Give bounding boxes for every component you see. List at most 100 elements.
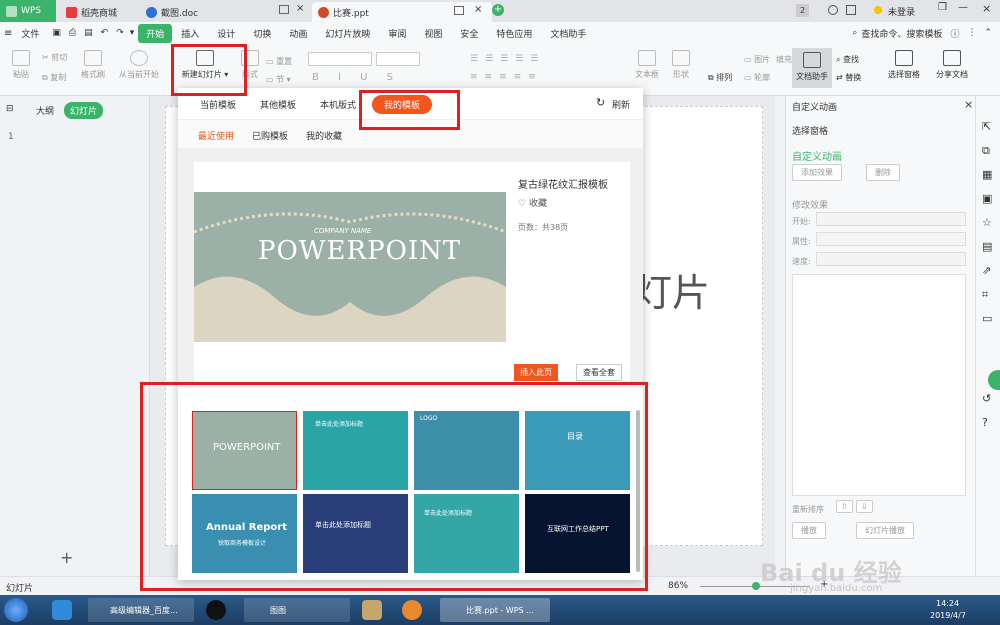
menu-doc-helper[interactable]: 文档助手: [541, 27, 595, 40]
menu-animation[interactable]: 动画: [280, 27, 316, 40]
clock-time[interactable]: 14:24: [936, 599, 959, 608]
favorite-button[interactable]: ♡ 收藏: [518, 196, 547, 209]
print-icon[interactable]: ▤: [84, 28, 93, 38]
close-icon[interactable]: ×: [982, 2, 991, 15]
paragraph-buttons[interactable]: ☰☰☰☰☰: [470, 54, 545, 64]
tab-local-layout[interactable]: 本机版式: [320, 98, 356, 111]
info-icon[interactable]: ⓘ: [950, 27, 959, 40]
paste-button[interactable]: 粘贴: [8, 50, 34, 80]
panel-title[interactable]: 自定义动画: [792, 100, 837, 113]
copy-format-icon[interactable]: ⧉: [982, 144, 990, 158]
help-icon[interactable]: ?: [982, 416, 988, 429]
play-button[interactable]: 播放: [792, 522, 826, 539]
close-panel-icon[interactable]: ×: [964, 98, 973, 111]
slide-placeholder-text[interactable]: 灯片: [634, 262, 710, 317]
monitor-icon[interactable]: [454, 6, 464, 15]
doc-helper-button[interactable]: 文档助手: [792, 48, 832, 88]
tab-doc[interactable]: 截图.doc: [140, 2, 204, 22]
menu-insert[interactable]: 插入: [172, 27, 208, 40]
taskbar-item-editor[interactable]: 高级编辑器_百度...: [88, 598, 194, 622]
more-icon[interactable]: ⋮: [967, 28, 976, 38]
crop-icon[interactable]: ⌗: [982, 288, 988, 302]
add-effect-button[interactable]: 添加效果: [792, 164, 842, 181]
login-status[interactable]: 未登录: [888, 5, 915, 18]
shape-button[interactable]: 形状: [668, 50, 694, 80]
refresh-icon[interactable]: ↻: [596, 96, 605, 109]
star-icon[interactable]: ☆: [982, 216, 992, 229]
property-select[interactable]: [816, 232, 966, 246]
taskbar-item-ppt[interactable]: 比赛.ppt - WPS ...: [440, 598, 550, 622]
move-down-button[interactable]: ⇩: [856, 500, 873, 513]
cut-button[interactable]: ✂ 剪切: [42, 52, 78, 63]
frame-icon[interactable]: ▭: [982, 312, 992, 325]
shirt-icon[interactable]: [846, 5, 856, 15]
skin-icon[interactable]: [828, 5, 838, 15]
command-search[interactable]: 查找命令、搜索模板: [861, 27, 942, 40]
history-icon[interactable]: ↺: [982, 392, 991, 405]
arrange-button[interactable]: ⧉ 排列: [700, 72, 740, 83]
align-buttons[interactable]: ≡≡≡≡≡: [470, 72, 543, 82]
font-size-select[interactable]: [376, 52, 420, 66]
subtab-favorites[interactable]: 我的收藏: [306, 129, 342, 142]
paint-icon[interactable]: [362, 600, 382, 620]
start-select[interactable]: [816, 212, 966, 226]
layout-icon[interactable]: ▣: [982, 192, 992, 205]
dropdown-icon[interactable]: ▾: [130, 28, 135, 38]
export-icon[interactable]: ⇗: [982, 264, 991, 277]
search-icon[interactable]: ⌕: [852, 28, 857, 38]
replace-button[interactable]: ⇄ 替换: [836, 72, 876, 83]
outline-button[interactable]: ▭ 轮廓: [744, 72, 784, 83]
menu-review[interactable]: 审阅: [379, 27, 415, 40]
template-icon[interactable]: ▦: [982, 168, 992, 181]
select-pane-button[interactable]: 选择窗格: [882, 50, 926, 80]
save-icon[interactable]: ▣: [52, 28, 61, 38]
qq-icon[interactable]: [206, 600, 226, 620]
minimize-icon[interactable]: —: [958, 2, 968, 13]
clock-date[interactable]: 2019/4/7: [930, 611, 966, 620]
menu-security[interactable]: 安全: [451, 27, 487, 40]
tab-slides[interactable]: 幻灯片: [64, 102, 104, 119]
reset-button[interactable]: ▭ 重置: [266, 56, 306, 67]
fill-button[interactable]: 填充: [752, 54, 792, 65]
close-tab-icon[interactable]: ×: [474, 4, 482, 15]
menu-file[interactable]: 文件: [12, 27, 48, 40]
count-badge[interactable]: 2: [796, 4, 809, 17]
start-button[interactable]: [4, 598, 28, 622]
cat-app-icon[interactable]: [402, 600, 422, 620]
menu-slideshow[interactable]: 幻灯片放映: [316, 27, 379, 40]
refresh-button[interactable]: 刷新: [612, 98, 630, 111]
restore-icon[interactable]: ❐: [938, 2, 947, 13]
find-button[interactable]: ⌕ 查找: [836, 54, 876, 65]
close-tab-icon[interactable]: ×: [296, 3, 304, 14]
subtab-purchased[interactable]: 已购模板: [252, 129, 288, 142]
font-name-select[interactable]: [308, 52, 372, 66]
hamburger-icon[interactable]: ≡: [4, 28, 12, 39]
font-style-buttons[interactable]: B I U S: [312, 72, 401, 83]
template-preview-image[interactable]: COMPANY NAME POWERPOINT: [194, 192, 506, 342]
insert-page-button[interactable]: 插入此页: [514, 364, 558, 381]
menu-home[interactable]: 开始: [138, 23, 173, 43]
tab-other-template[interactable]: 其他模板: [260, 98, 296, 111]
tab-wps[interactable]: WPS: [0, 0, 56, 22]
menu-design[interactable]: 设计: [208, 27, 244, 40]
tab-docer-store[interactable]: 稻壳商城: [60, 2, 123, 22]
delete-button[interactable]: 删除: [866, 164, 900, 181]
add-slide-icon[interactable]: +: [60, 548, 73, 567]
select-pane-link[interactable]: 选择窗格: [792, 124, 828, 137]
zoom-level[interactable]: 86%: [668, 581, 688, 591]
assistant-icon[interactable]: [988, 370, 1000, 390]
format-painter-button[interactable]: 格式刷: [78, 50, 108, 80]
speed-select[interactable]: [816, 252, 966, 266]
zoom-slider-thumb[interactable]: [752, 582, 760, 590]
slideshow-button[interactable]: 幻灯片播放: [856, 522, 914, 539]
cursor-icon[interactable]: ⇱: [982, 120, 991, 133]
tab-outline[interactable]: 大纲: [36, 104, 54, 117]
monitor-icon[interactable]: [279, 5, 289, 14]
redo-icon[interactable]: ↷: [116, 28, 124, 38]
menu-features[interactable]: 特色应用: [487, 27, 541, 40]
share-doc-button[interactable]: 分享文档: [930, 50, 974, 80]
inbox-icon[interactable]: ▤: [982, 240, 992, 253]
taskbar-item-folder[interactable]: 图图: [244, 598, 350, 622]
section-button[interactable]: ▭ 节 ▾: [266, 74, 306, 85]
move-up-button[interactable]: ⇧: [836, 500, 853, 513]
